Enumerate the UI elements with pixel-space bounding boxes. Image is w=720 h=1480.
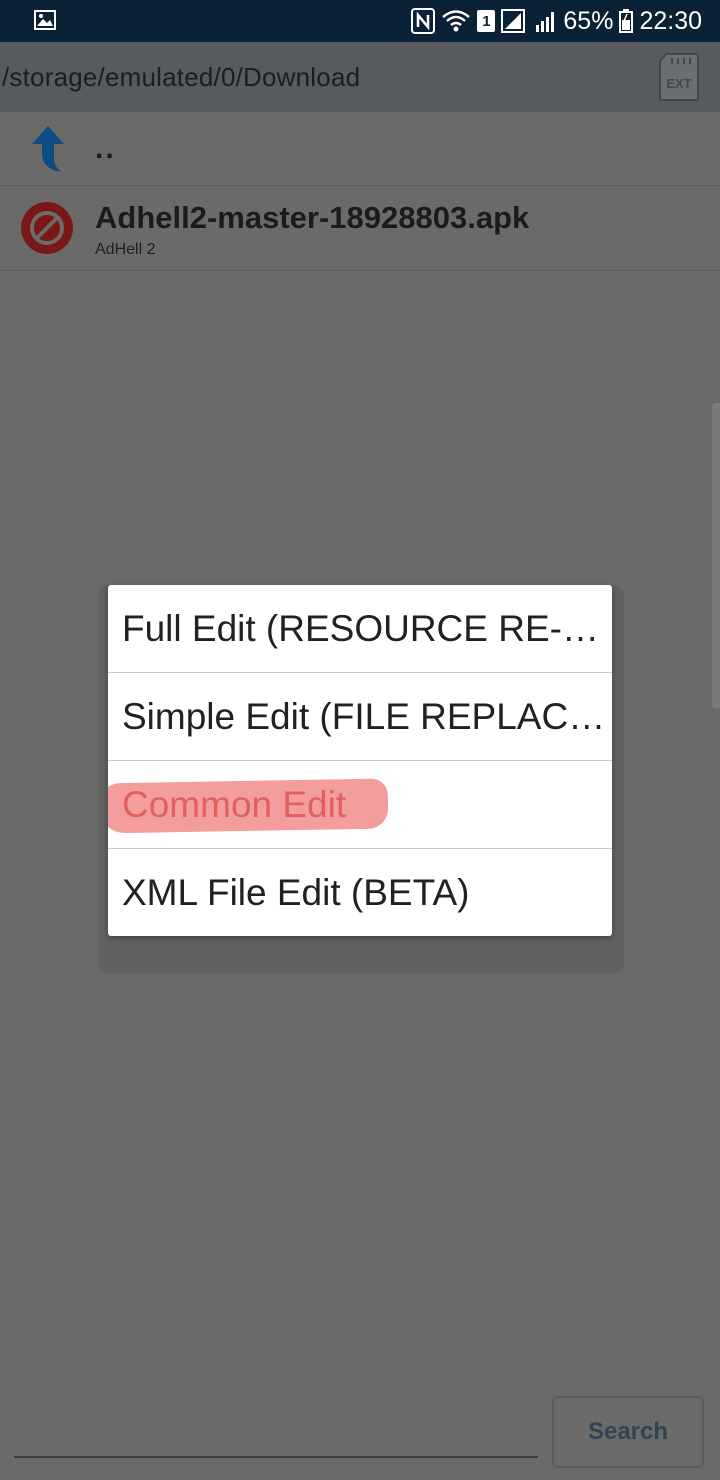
menu-item-full-edit[interactable]: Full Edit (RESOURCE RE-BUILD) [108, 585, 612, 673]
sim-label: 1 [482, 12, 491, 30]
signal-bars-icon [536, 12, 555, 32]
battery-percent: 65% [563, 6, 614, 35]
clock: 22:30 [639, 6, 702, 35]
arrow-up-icon [32, 126, 64, 172]
file-name: Adhell2-master-18928803.apk [95, 200, 530, 235]
battery-icon [619, 9, 634, 33]
blocked-icon [21, 202, 73, 254]
signal-icon [501, 9, 526, 33]
menu-item-label: Simple Edit (FILE REPLACEMENT) [122, 695, 610, 737]
scrollbar[interactable] [712, 403, 720, 708]
menu-item-label: Full Edit (RESOURCE RE-BUILD) [122, 607, 610, 649]
nfc-icon [411, 8, 436, 34]
sd-card-icon[interactable]: EXT [658, 52, 700, 102]
status-bar: 1 65% 22:30 [0, 0, 720, 42]
search-button-label: Search [587, 1418, 669, 1445]
menu-item-label: XML File Edit (BETA) [122, 871, 470, 913]
menu-item-common-edit[interactable]: Common Edit [108, 761, 612, 849]
search-input[interactable] [14, 1456, 538, 1458]
path-bar: /storage/emulated/0/Download EXT [0, 42, 720, 112]
search-button[interactable]: Search [552, 1396, 704, 1468]
parent-directory-row[interactable]: .. [0, 112, 720, 186]
wifi-icon [442, 10, 471, 32]
edit-mode-dialog: Full Edit (RESOURCE RE-BUILD) Simple Edi… [108, 585, 612, 936]
sim-icon: 1 [477, 10, 496, 32]
gallery-icon [34, 10, 56, 30]
current-path: /storage/emulated/0/Download [2, 62, 361, 92]
file-subtitle: AdHell 2 [95, 241, 156, 258]
menu-item-label: Common Edit [122, 783, 347, 825]
ext-label: EXT [666, 76, 691, 91]
menu-item-simple-edit[interactable]: Simple Edit (FILE REPLACEMENT) [108, 673, 612, 761]
menu-item-xml-edit[interactable]: XML File Edit (BETA) [108, 849, 612, 936]
parent-directory-label: .. [95, 132, 116, 165]
list-item[interactable]: Adhell2-master-18928803.apk AdHell 2 [0, 186, 720, 271]
